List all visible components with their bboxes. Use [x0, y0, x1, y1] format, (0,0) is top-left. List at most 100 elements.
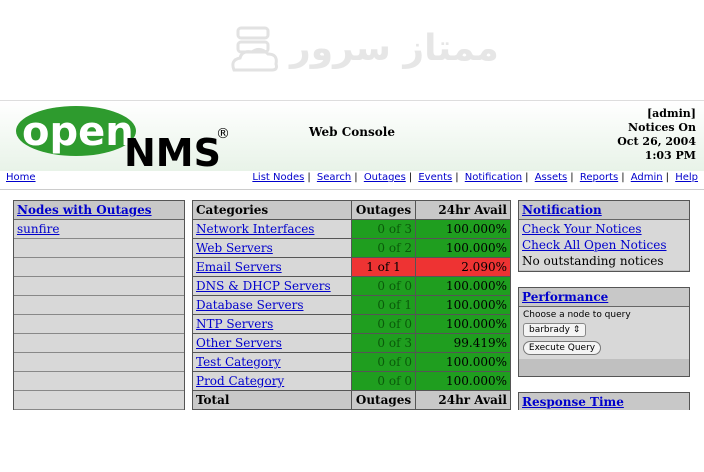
category-cell: Database Servers	[192, 295, 352, 315]
nav-notification-link[interactable]: Notification	[465, 172, 522, 183]
list-item	[14, 239, 184, 258]
avail-cell: 100.000%	[415, 352, 511, 372]
category-cell: Prod Category	[192, 371, 352, 391]
list-item	[14, 334, 184, 353]
table-row: NTP Servers 0 of 0 100.000%	[192, 314, 511, 334]
table-row: Network Interfaces 0 of 3 100.000%	[192, 219, 511, 239]
nav-separator: |	[455, 172, 459, 183]
nav-separator: |	[570, 172, 574, 183]
node-link-sunfire[interactable]: sunfire	[17, 222, 59, 236]
list-item: sunfire	[14, 220, 184, 239]
nav-admin-link[interactable]: Admin	[631, 172, 663, 183]
category-cell: Web Servers	[192, 238, 352, 258]
nav-separator: |	[525, 172, 529, 183]
watermark-text: ممتاز سرور	[290, 28, 499, 69]
performance-title-link[interactable]: Performance	[522, 290, 608, 304]
outages-cell: 0 of 3	[351, 333, 416, 353]
categories-column-header: Categories	[192, 200, 352, 220]
node-select[interactable]: barbrady ⇕	[523, 323, 587, 337]
nav-separator: |	[621, 172, 625, 183]
outages-cell: 0 of 0	[351, 314, 416, 334]
nav-separator: |	[665, 172, 669, 183]
category-cell: DNS & DHCP Servers	[192, 276, 352, 296]
avail-cell: 100.000%	[415, 371, 511, 391]
performance-panel: Performance Choose a node to query barbr…	[518, 287, 690, 377]
choose-node-label: Choose a node to query	[523, 310, 631, 320]
nav-separator: |	[354, 172, 358, 183]
avail-cell: 100.000%	[415, 238, 511, 258]
category-cell: Network Interfaces	[192, 219, 352, 239]
category-link[interactable]: Other Servers	[196, 336, 282, 350]
notification-title-link[interactable]: Notification	[522, 203, 602, 217]
outages-cell: 0 of 0	[351, 276, 416, 296]
notification-body: Check Your Notices Check All Open Notice…	[519, 220, 689, 270]
panel-header: Performance	[519, 288, 689, 307]
nav-events-link[interactable]: Events	[418, 172, 452, 183]
nav-help-link[interactable]: Help	[675, 172, 698, 183]
category-link[interactable]: Network Interfaces	[196, 222, 314, 236]
list-item	[14, 372, 184, 391]
nav-outages-link[interactable]: Outages	[364, 172, 406, 183]
category-link[interactable]: DNS & DHCP Servers	[196, 279, 331, 293]
category-link[interactable]: Email Servers	[196, 260, 282, 274]
list-item	[14, 277, 184, 296]
notification-panel: Notification Check Your Notices Check Al…	[518, 200, 690, 272]
check-all-open-notices-link[interactable]: Check All Open Notices	[522, 238, 667, 252]
avail-cell: 99.419%	[415, 333, 511, 353]
time: 1:03 PM	[644, 149, 696, 162]
execute-query-button[interactable]: Execute Query	[523, 341, 601, 355]
performance-body: Choose a node to query barbrady ⇕ Execut…	[519, 307, 689, 359]
node-select-value: barbrady	[529, 325, 570, 335]
category-link[interactable]: NTP Servers	[196, 317, 273, 331]
table-row: Email Servers 1 of 1 2.090%	[192, 257, 511, 277]
select-arrows-icon: ⇕	[572, 325, 581, 335]
category-cell: NTP Servers	[192, 314, 352, 334]
avail-cell: 100.000%	[415, 219, 511, 239]
response-time-panel: Response Time	[518, 392, 690, 412]
nav-bar: Home List Nodes | Search | Outages | Events…	[0, 171, 704, 190]
table-row: Web Servers 0 of 2 100.000%	[192, 238, 511, 258]
category-link[interactable]: Prod Category	[196, 374, 284, 388]
nav-assets-link[interactable]: Assets	[535, 172, 568, 183]
table-footer-row: Total Outages 24hr Avail	[192, 390, 511, 410]
category-cell: Other Servers	[192, 333, 352, 353]
nav-separator: |	[307, 172, 311, 183]
response-time-title-link[interactable]: Response Time	[522, 395, 624, 409]
table-row: DNS & DHCP Servers 0 of 0 100.000%	[192, 276, 511, 296]
category-link[interactable]: Test Category	[196, 355, 281, 369]
list-item	[14, 315, 184, 334]
category-cell: Email Servers	[192, 257, 352, 277]
table-row: Other Servers 0 of 3 99.419%	[192, 333, 511, 353]
table-row: Prod Category 0 of 0 100.000%	[192, 371, 511, 391]
outages-cell: 0 of 0	[351, 352, 416, 372]
table-row: Test Category 0 of 0 100.000%	[192, 352, 511, 372]
user-info: [admin] Notices On Oct 26, 2004 1:03 PM	[617, 107, 696, 163]
date: Oct 26, 2004	[617, 135, 696, 148]
list-item	[14, 353, 184, 372]
outages-footer: Outages	[351, 390, 416, 410]
watermark: ممتاز سرور	[228, 22, 498, 82]
list-item	[14, 391, 184, 410]
table-header-row: Categories Outages 24hr Avail	[192, 200, 511, 220]
nav-home-link[interactable]: Home	[6, 172, 36, 183]
outages-column-header: Outages	[351, 200, 416, 220]
notification-status-text: No outstanding notices	[522, 254, 664, 268]
page-title: Web Console	[309, 125, 395, 139]
list-item	[14, 296, 184, 315]
category-link[interactable]: Web Servers	[196, 241, 273, 255]
nav-reports-link[interactable]: Reports	[580, 172, 618, 183]
nav-list-nodes-link[interactable]: List Nodes	[252, 172, 304, 183]
avail-footer: 24hr Avail	[415, 390, 511, 410]
nav-separator: |	[408, 172, 413, 183]
avail-cell: 100.000%	[415, 295, 511, 315]
outages-cell: 0 of 2	[351, 238, 416, 258]
nav-links: List Nodes | Search | Outages | Events | Not…	[252, 172, 698, 183]
nav-search-link[interactable]: Search	[317, 172, 351, 183]
nodes-with-outages-link[interactable]: Nodes with Outages	[17, 203, 152, 217]
category-link[interactable]: Database Servers	[196, 298, 304, 312]
avail-cell: 100.000%	[415, 276, 511, 296]
outages-cell: 1 of 1	[351, 257, 416, 277]
categories-table: Categories Outages 24hr Avail Network In…	[192, 200, 511, 410]
check-your-notices-link[interactable]: Check Your Notices	[522, 222, 642, 236]
total-label: Total	[192, 390, 352, 410]
